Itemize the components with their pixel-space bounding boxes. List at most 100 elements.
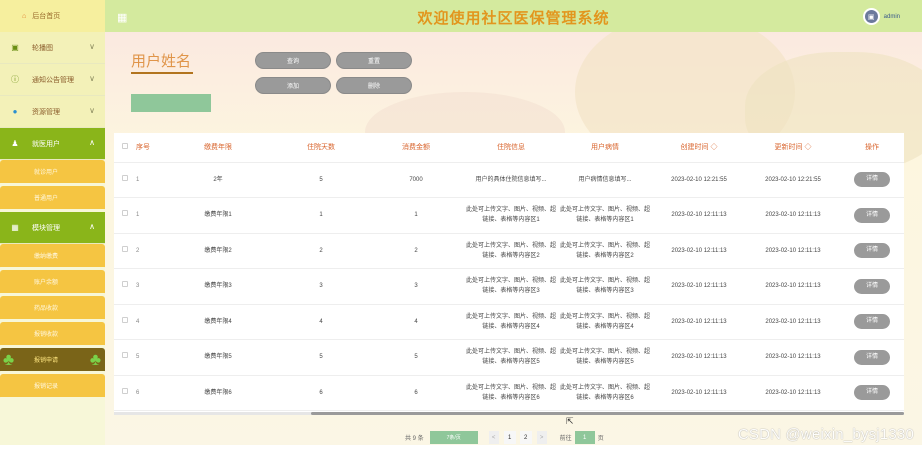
username: admin xyxy=(883,13,900,20)
detail-button[interactable]: 详情 xyxy=(854,207,890,223)
row-checkbox[interactable] xyxy=(122,210,128,217)
sidebar-sub-drug-receipts[interactable]: 药品收款 xyxy=(0,296,105,322)
table-cell: 4 xyxy=(274,304,368,340)
sidebar-sub-patient-users[interactable]: 就诊用户 xyxy=(0,160,105,186)
sidebar-home[interactable]: ⌂ 后台首页 xyxy=(0,0,105,32)
detail-button[interactable]: 详情 xyxy=(854,172,890,188)
table-row[interactable]: 3 缴费年限3 3 3 此处可上传文字、图片、视频、超链接、表格等内容区3 此处可上传文字… xyxy=(114,268,904,305)
user-menu[interactable]: ▣ admin xyxy=(862,8,900,25)
page-size-select[interactable]: 7条/页 xyxy=(429,431,478,444)
pagination: 共 9 条 7条/页 < 1 2 > 前往 1 页 xyxy=(405,431,604,444)
sidebar-group-modules[interactable]: ▦ 模块管理 ∧ xyxy=(0,212,105,244)
reset-button[interactable]: 重置 xyxy=(336,52,412,69)
table-cell: 此处可上传文字、图片、视频、超链接、表格等内容区1 xyxy=(464,197,558,234)
table-cell: 此处可上传文字、图片、视频、超链接、表格等内容区5 xyxy=(464,339,558,376)
table-cell: 缴费年限5 xyxy=(162,339,274,376)
sidebar-sub-reimburse-apply[interactable]: ♣ 报销申请 ♣ xyxy=(0,348,105,374)
goto-label: 前往 xyxy=(559,436,572,442)
horizontal-scrollbar[interactable] xyxy=(311,412,904,415)
table-cell: 2023-02-10 12:11:13 xyxy=(652,304,746,340)
table-cell: 2 xyxy=(136,233,162,269)
goto-page-input[interactable]: 1 xyxy=(574,431,595,444)
mouse-cursor-icon: ⇱ xyxy=(566,416,574,426)
table-row[interactable]: 2 缴费年限2 2 2 此处可上传文字、图片、视频、超链接、表格等内容区2 此处可上传文字… xyxy=(114,233,904,269)
table-cell: 2 xyxy=(274,233,368,269)
delete-button[interactable]: 删除 xyxy=(336,77,412,94)
sidebar-item-notice[interactable]: ⓘ 通知公告管理 ∨ xyxy=(0,64,105,96)
detail-button[interactable]: 详情 xyxy=(854,385,890,401)
app-window: ⌂ 后台首页 ▣ 轮播图 ∨ ⓘ 通知公告管理 ∨ ● 资源管理 ∨ ♟ 就医用… xyxy=(0,0,922,456)
row-checkbox[interactable] xyxy=(122,245,128,252)
row-checkbox[interactable] xyxy=(122,316,128,323)
table-cell: 6 xyxy=(136,375,162,411)
column-header: 用户病情 xyxy=(558,133,652,163)
chevron-up-icon: ∧ xyxy=(89,138,95,147)
select-all-checkbox[interactable] xyxy=(122,143,128,150)
table-body: 1 2年 5 7000 用户的具体住院信息填写... 用户病情信息填写... 2023-02… xyxy=(114,162,904,411)
table-row[interactable]: 4 缴费年限4 4 4 此处可上传文字、图片、视频、超链接、表格等内容区4 此处可上传文字… xyxy=(114,304,904,340)
sidebar-sub-payment[interactable]: 缴纳缴费 xyxy=(0,244,105,270)
query-button[interactable]: 查询 xyxy=(255,52,331,69)
search-input[interactable] xyxy=(131,94,211,112)
add-button[interactable]: 添加 xyxy=(255,77,331,94)
main-content: 用户姓名 查询 重置 添加 删除 序号 缴费年限 住院天数 消费金额 住院信息 … xyxy=(105,32,922,445)
sidebar-group-patients[interactable]: ♟ 就医用户 ∧ xyxy=(0,128,105,160)
table-header-row: 序号 缴费年限 住院天数 消费金额 住院信息 用户病情 创建时间 ◇ 更新时间 … xyxy=(114,133,904,163)
table-cell: 2023-02-10 12:11:13 xyxy=(746,268,840,305)
sidebar-item-carousel[interactable]: ▣ 轮播图 ∨ xyxy=(0,32,105,64)
table-cell: 6 xyxy=(368,375,464,411)
chevron-down-icon: ∨ xyxy=(89,74,95,83)
table-cell: 3 xyxy=(274,268,368,305)
table-cell: 2023-02-10 12:11:13 xyxy=(746,233,840,269)
search-label: 用户姓名 xyxy=(131,53,192,70)
table-cell: 此处可上传文字、图片、视频、超链接、表格等内容区2 xyxy=(464,233,558,269)
tree-icon: ♣ xyxy=(89,350,101,369)
sidebar-sub-normal-users[interactable]: 普通用户 xyxy=(0,186,105,212)
row-checkbox[interactable] xyxy=(122,174,128,181)
table-cell: 用户病情信息填写... xyxy=(558,162,652,198)
table-cell: 1 xyxy=(368,197,464,234)
table-cell: 用户的具体住院信息填写... xyxy=(464,162,558,198)
table-cell: 1 xyxy=(136,162,162,198)
table-cell: 2023-02-10 12:21:55 xyxy=(652,162,746,198)
table-cell: 5 xyxy=(368,339,464,376)
table-cell: 缴费年限2 xyxy=(162,233,274,269)
page-number[interactable]: 2 xyxy=(519,431,532,444)
table-cell: 2023-02-10 12:11:13 xyxy=(746,375,840,411)
sidebar-item-resource[interactable]: ● 资源管理 ∨ xyxy=(0,96,105,128)
user-icon: ♟ xyxy=(11,139,19,148)
table-row[interactable]: 1 缴费年限1 1 1 此处可上传文字、图片、视频、超链接、表格等内容区1 此处可上传文字… xyxy=(114,197,904,234)
sidebar-sub-balance[interactable]: 账户余额 xyxy=(0,270,105,296)
detail-button[interactable]: 详情 xyxy=(854,314,890,330)
prev-page-button[interactable]: < xyxy=(488,431,499,444)
table-cell: 1 xyxy=(274,197,368,234)
sidebar-sub-reimburse-receipts[interactable]: 报销收款 xyxy=(0,322,105,348)
column-header-sortable[interactable]: 更新时间 ◇ xyxy=(746,133,840,163)
chevron-down-icon: ∨ xyxy=(89,42,95,51)
detail-button[interactable]: 详情 xyxy=(854,278,890,294)
table-cell: 4 xyxy=(136,304,162,340)
row-checkbox[interactable] xyxy=(122,352,128,359)
column-header-sortable[interactable]: 创建时间 ◇ xyxy=(652,133,746,163)
resource-icon: ● xyxy=(12,107,18,116)
table-cell: 此处可上传文字、图片、视频、超链接、表格等内容区2 xyxy=(558,233,652,269)
page-number[interactable]: 1 xyxy=(503,431,516,444)
table-cell: 此处可上传文字、图片、视频、超链接、表格等内容区3 xyxy=(464,268,558,305)
column-header: 序号 xyxy=(136,133,162,163)
table-row[interactable]: 5 缴费年限5 5 5 此处可上传文字、图片、视频、超链接、表格等内容区5 此处可上传文字… xyxy=(114,339,904,376)
notice-icon: ⓘ xyxy=(11,75,19,84)
row-checkbox[interactable] xyxy=(122,387,128,394)
row-checkbox[interactable] xyxy=(122,281,128,288)
table-cell: 此处可上传文字、图片、视频、超链接、表格等内容区4 xyxy=(464,304,558,340)
chevron-up-icon: ∧ xyxy=(89,222,95,231)
next-page-button[interactable]: > xyxy=(536,431,547,444)
table-cell: 2023-02-10 12:21:55 xyxy=(746,162,840,198)
table-row[interactable]: 6 缴费年限6 6 6 此处可上传文字、图片、视频、超链接、表格等内容区6 此处可上传文字… xyxy=(114,375,904,411)
detail-button[interactable]: 详情 xyxy=(854,243,890,259)
sidebar-item-label: 通知公告管理 xyxy=(32,76,74,84)
table-row[interactable]: 1 2年 5 7000 用户的具体住院信息填写... 用户病情信息填写... 2023-02… xyxy=(114,162,904,198)
detail-button[interactable]: 详情 xyxy=(854,349,890,365)
table-cell: 缴费年限1 xyxy=(162,197,274,234)
column-header: 缴费年限 xyxy=(162,133,274,163)
sidebar-sub-reimburse-records[interactable]: 报销记录 xyxy=(0,374,105,400)
